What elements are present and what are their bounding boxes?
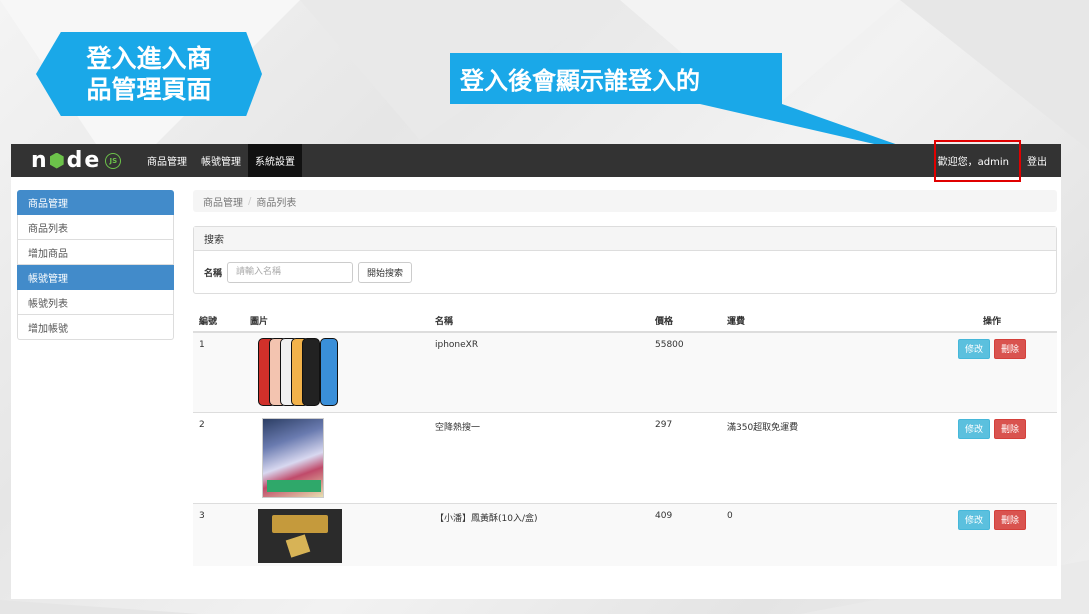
row-price: 409 [655, 502, 727, 566]
row-shipping: 0 [727, 502, 927, 566]
sidebar-section-accounts[interactable]: 帳號管理 [17, 265, 174, 290]
login-callout-right: 登入後會顯示誰登入的 [450, 53, 782, 104]
app-window: n d e JS 商品管理 帳號管理 系統設置 歡迎您，admin 登出 商品管理 商… [11, 144, 1061, 599]
breadcrumb-current: 商品列表 [256, 197, 297, 209]
row-name: iphoneXR [435, 331, 655, 412]
sidebar-item-add-account[interactable]: 增加帳號 [17, 315, 174, 340]
header-operations: 操作 [927, 310, 1057, 333]
header-no: 編號 [193, 310, 250, 333]
book-cover-strip [267, 479, 321, 492]
row-no: 1 [193, 331, 250, 412]
row-name: 空降熱搜一 [435, 411, 655, 503]
search-panel: 搜索 名稱 開始搜索 [193, 226, 1057, 294]
pastry-box-product-image [258, 508, 342, 563]
sidebar: 商品管理 商品列表 增加商品 帳號管理 帳號列表 增加帳號 [17, 190, 174, 340]
product-table: 編號 圖片 名稱 價格 運費 操作 1 iphoneXR 55800 修改 刪除… [193, 310, 1057, 566]
breadcrumb: 商品管理 / 商品列表 [193, 190, 1057, 212]
book-cover-product-image [262, 417, 324, 498]
row-actions: 修改 刪除 [927, 502, 1057, 566]
nav-menu: 商品管理 帳號管理 系統設置 [140, 144, 302, 177]
delete-button[interactable]: 刪除 [993, 418, 1026, 439]
table-header-row: 編號 圖片 名稱 價格 運費 操作 [193, 310, 1057, 333]
table-row: 3 【小潘】鳳黃酥(10入/盒) 409 0 修改 刪除 [193, 502, 1057, 566]
sidebar-item-add-product[interactable]: 增加商品 [17, 240, 174, 265]
right-callout-text: 登入後會顯示誰登入的 [460, 67, 700, 95]
pastry-piece [285, 533, 311, 558]
breadcrumb-separator: / [248, 195, 252, 207]
iphone-xr-product-image [258, 338, 342, 406]
breadcrumb-root[interactable]: 商品管理 [203, 194, 243, 209]
nodejs-logo-icon[interactable]: n d e JS [31, 149, 122, 171]
table-row: 2 空降熱搜一 297 滿350超取免運費 修改 刪除 [193, 411, 1057, 503]
edit-button[interactable]: 修改 [958, 509, 991, 530]
row-image-cell [250, 502, 435, 566]
login-callout-left: 登入進入商品管理頁面 [36, 32, 262, 116]
header-shipping: 運費 [727, 310, 927, 333]
pastry-tray [272, 514, 328, 533]
search-button[interactable]: 開始搜索 [358, 261, 413, 283]
search-panel-title: 搜索 [194, 227, 1056, 251]
row-no: 2 [193, 411, 250, 503]
delete-button[interactable]: 刪除 [993, 509, 1026, 530]
nav-item-settings[interactable]: 系統設置 [248, 144, 302, 177]
row-image-cell [250, 411, 435, 503]
phone-shape-blue [320, 338, 338, 406]
main-content: 商品管理 / 商品列表 搜索 名稱 開始搜索 編號 圖片 名稱 價格 運費 操作 [193, 190, 1057, 566]
search-form: 名稱 開始搜索 [194, 251, 1056, 293]
table-row: 1 iphoneXR 55800 修改 刪除 [193, 331, 1057, 412]
logout-link[interactable]: 登出 [1021, 153, 1061, 168]
row-no: 3 [193, 502, 250, 566]
edit-button[interactable]: 修改 [958, 339, 991, 359]
name-label: 名稱 [204, 268, 223, 279]
phone-shape-black [302, 338, 320, 406]
header-name: 名稱 [435, 310, 655, 333]
row-price: 297 [655, 411, 727, 503]
sidebar-section-products[interactable]: 商品管理 [17, 190, 174, 215]
welcome-highlight-box [934, 140, 1021, 182]
search-input[interactable] [227, 261, 354, 283]
delete-button[interactable]: 刪除 [993, 339, 1026, 359]
left-callout-text: 登入進入商品管理頁面 [86, 44, 212, 104]
sidebar-item-product-list[interactable]: 商品列表 [17, 215, 174, 240]
edit-button[interactable]: 修改 [958, 418, 991, 439]
sidebar-item-account-list[interactable]: 帳號列表 [17, 290, 174, 315]
nav-item-products[interactable]: 商品管理 [140, 144, 194, 177]
row-actions: 修改 刪除 [927, 331, 1057, 412]
row-name: 【小潘】鳳黃酥(10入/盒) [435, 502, 655, 566]
row-price: 55800 [655, 331, 727, 412]
header-price: 價格 [655, 310, 727, 333]
row-image-cell [250, 331, 435, 412]
nav-item-accounts[interactable]: 帳號管理 [194, 144, 248, 177]
row-actions: 修改 刪除 [927, 411, 1057, 503]
header-image: 圖片 [250, 310, 435, 333]
row-shipping: 滿350超取免運費 [727, 411, 927, 503]
row-shipping [727, 331, 927, 412]
navbar: n d e JS 商品管理 帳號管理 系統設置 歡迎您，admin 登出 [11, 144, 1061, 177]
